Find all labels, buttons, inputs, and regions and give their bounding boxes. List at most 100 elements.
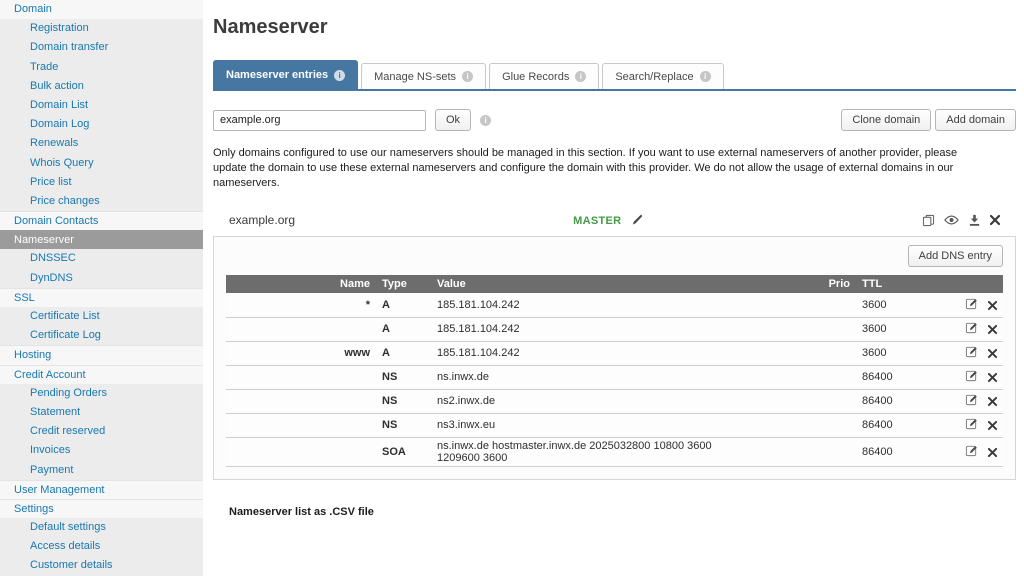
sidebar-item-default-settings[interactable]: Default settings [0, 518, 203, 537]
edit-entry-icon[interactable] [965, 393, 978, 406]
dns-panel: Add DNS entry Name Type Value Prio TTL *… [213, 236, 1016, 480]
sidebar-item-trade[interactable]: Trade [0, 58, 203, 77]
main-content: Nameserver Nameserver entriesiManage NS-… [203, 0, 1024, 576]
cell-prio [756, 341, 856, 365]
clone-domain-button[interactable]: Clone domain [841, 109, 931, 131]
sidebar-item-statement[interactable]: Statement [0, 403, 203, 422]
sidebar-item-domain-log[interactable]: Domain Log [0, 115, 203, 134]
ok-button[interactable]: Ok [435, 109, 471, 131]
cell-value: ns.inwx.de hostmaster.inwx.de 2025032800… [431, 437, 756, 466]
edit-entry-icon[interactable] [965, 417, 978, 430]
cell-actions [941, 317, 1003, 341]
dns-record-row: NSns3.inwx.eu86400 [226, 413, 1003, 437]
dns-record-row: NSns.inwx.de86400 [226, 365, 1003, 389]
cell-actions [941, 293, 1003, 317]
sidebar-item-price-list[interactable]: Price list [0, 173, 203, 192]
sidebar-item-dyndns[interactable]: DynDNS [0, 269, 203, 288]
sidebar-item-access-details[interactable]: Access details [0, 537, 203, 556]
sidebar-item-domain[interactable]: Domain [0, 0, 203, 19]
sidebar-item-whois-query[interactable]: Whois Query [0, 154, 203, 173]
dns-record-row: wwwA185.181.104.2423600 [226, 341, 1003, 365]
tab-search-replace[interactable]: Search/Replacei [602, 63, 723, 89]
sidebar-item-credit-reserved[interactable]: Credit reserved [0, 422, 203, 441]
cell-prio [756, 293, 856, 317]
cell-name: www [226, 341, 376, 365]
edit-entry-icon[interactable] [965, 321, 978, 334]
domain-search-input[interactable] [213, 110, 426, 131]
close-icon[interactable] [990, 215, 1000, 225]
copy-icon[interactable] [922, 214, 935, 227]
cell-value: ns3.inwx.eu [431, 413, 756, 437]
column-header-name: Name [226, 275, 376, 293]
edit-entry-icon[interactable] [965, 369, 978, 382]
cell-value: ns.inwx.de [431, 365, 756, 389]
preview-eye-icon[interactable] [944, 215, 959, 225]
info-icon: i [480, 115, 491, 126]
sidebar-item-dnssec[interactable]: DNSSEC [0, 249, 203, 268]
cell-type: NS [376, 365, 431, 389]
sidebar-item-customer-details[interactable]: Customer details [0, 556, 203, 575]
sidebar-item-nameserver[interactable]: Nameserver [0, 230, 203, 249]
cell-type: A [376, 341, 431, 365]
cell-ttl: 86400 [856, 389, 941, 413]
sidebar-item-certificate-list[interactable]: Certificate List [0, 307, 203, 326]
sidebar-item-price-changes[interactable]: Price changes [0, 192, 203, 211]
cell-name [226, 389, 376, 413]
column-header-value: Value [431, 275, 756, 293]
sidebar-item-hosting[interactable]: Hosting [0, 345, 203, 364]
dns-records-table: Name Type Value Prio TTL *A185.181.104.2… [226, 275, 1003, 467]
tab-nameserver-entries[interactable]: Nameserver entries i [213, 60, 358, 89]
edit-entry-icon[interactable] [965, 345, 978, 358]
cell-name [226, 317, 376, 341]
sidebar-item-payment[interactable]: Payment [0, 461, 203, 480]
tab-glue-records[interactable]: Glue Recordsi [489, 63, 599, 89]
sidebar-item-settings[interactable]: Settings [0, 499, 203, 518]
delete-entry-icon[interactable] [988, 301, 997, 310]
sidebar-item-domain-list[interactable]: Domain List [0, 96, 203, 115]
cell-ttl: 86400 [856, 413, 941, 437]
cell-ttl: 3600 [856, 317, 941, 341]
cell-value: 185.181.104.242 [431, 317, 756, 341]
delete-entry-icon[interactable] [988, 325, 997, 334]
info-icon: i [334, 70, 345, 81]
sidebar-item-domain-contacts[interactable]: Domain Contacts [0, 211, 203, 230]
add-domain-button[interactable]: Add domain [935, 109, 1016, 131]
tab-label: Nameserver entries [226, 69, 328, 81]
sidebar-item-ssl[interactable]: SSL [0, 288, 203, 307]
column-header-prio: Prio [756, 275, 856, 293]
sidebar-item-renewals[interactable]: Renewals [0, 134, 203, 153]
info-icon: i [462, 71, 473, 82]
edit-entry-icon[interactable] [965, 297, 978, 310]
delete-entry-icon[interactable] [988, 421, 997, 430]
domain-bar: example.org MASTER [213, 212, 1016, 228]
delete-entry-icon[interactable] [988, 349, 997, 358]
edit-status-pencil-icon[interactable] [631, 213, 644, 226]
sidebar-item-invoices[interactable]: Invoices [0, 441, 203, 460]
download-icon[interactable] [968, 214, 981, 227]
csv-download-link[interactable]: Nameserver list as .CSV file [213, 506, 1016, 518]
sidebar-item-certificate-log[interactable]: Certificate Log [0, 326, 203, 345]
sidebar-item-pending-orders[interactable]: Pending Orders [0, 384, 203, 403]
delete-entry-icon[interactable] [988, 397, 997, 406]
cell-actions [941, 389, 1003, 413]
tab-label: Search/Replace [615, 71, 693, 83]
sidebar-item-registration[interactable]: Registration [0, 19, 203, 38]
sidebar-item-credit-account[interactable]: Credit Account [0, 365, 203, 384]
column-header-type: Type [376, 275, 431, 293]
add-dns-entry-button[interactable]: Add DNS entry [908, 245, 1003, 267]
sidebar-item-user-management[interactable]: User Management [0, 480, 203, 499]
cell-type: SOA [376, 437, 431, 466]
info-icon: i [575, 71, 586, 82]
sidebar-item-bulk-action[interactable]: Bulk action [0, 77, 203, 96]
delete-entry-icon[interactable] [988, 373, 997, 382]
column-header-actions [941, 275, 1003, 293]
delete-entry-icon[interactable] [988, 448, 997, 457]
dns-record-row: SOAns.inwx.de hostmaster.inwx.de 2025032… [226, 437, 1003, 466]
edit-entry-icon[interactable] [965, 444, 978, 457]
sidebar: DomainRegistrationDomain transferTradeBu… [0, 0, 203, 576]
cell-actions [941, 341, 1003, 365]
sidebar-item-domain-transfer[interactable]: Domain transfer [0, 38, 203, 57]
tab-manage-ns-sets[interactable]: Manage NS-sets i [361, 63, 486, 89]
cell-name: * [226, 293, 376, 317]
tab-label: Manage NS-sets [374, 71, 456, 83]
